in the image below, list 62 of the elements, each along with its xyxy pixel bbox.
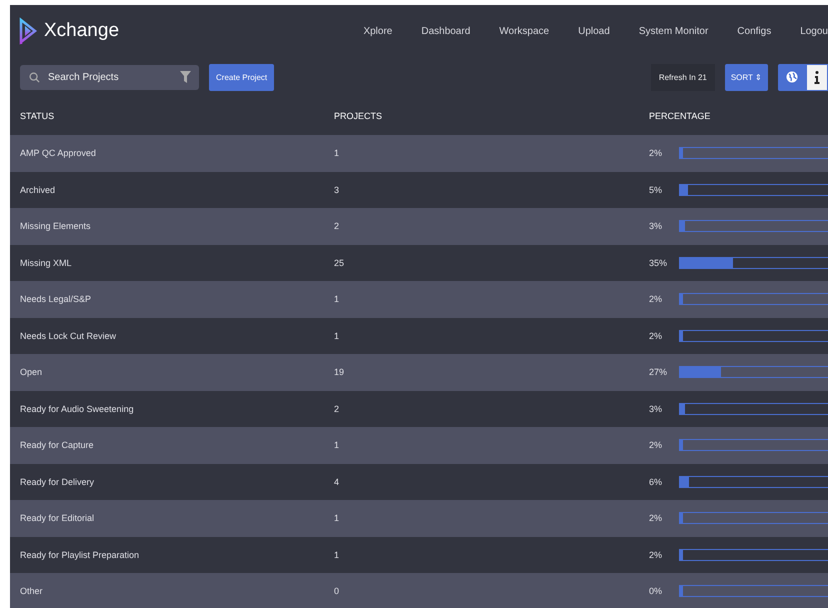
projects-cell: 1 [334,330,340,341]
projects-cell: 19 [334,367,344,378]
nav-link[interactable]: Configs [708,26,772,36]
projects-cell: 1 [334,550,340,560]
nav-link[interactable]: Logou [771,26,828,36]
nav-link[interactable]: Workspace [470,26,550,36]
projects-cell: 3 [334,184,340,195]
percentage-cell-text: 27% [649,367,668,378]
projects-cell: 2 [334,404,340,414]
status-cell: Missing Elements [20,221,91,232]
filter-icon[interactable] [180,71,191,83]
status-cell: Open [20,367,42,378]
projects-cell: 1 [334,440,340,450]
status-cell: Ready for Editorial [20,513,94,524]
percentage-cell-text: 2% [649,513,664,524]
status-cell: Needs Legal/S&P [20,294,92,304]
refresh-button[interactable]: Refresh In 21 [650,64,715,90]
nav-link[interactable]: Upload [549,26,610,36]
status-cell: Other [20,586,43,596]
percentage-cell-text: 0% [649,586,664,596]
brand-name: Xchange [44,20,120,42]
nav-link[interactable]: Xplore [334,26,392,36]
projects-cell: 0 [334,586,340,596]
column-header: PERCENTAGE [649,111,712,121]
projects-cell: 1 [334,513,340,524]
percentage-cell-text: 5% [649,184,664,195]
percentage-cell-text: 2% [649,294,664,304]
percentage-cell-text: 2% [649,440,664,450]
column-header: PROJECTS [334,111,384,121]
percentage-cell-text: 2% [649,550,664,560]
create-project-button[interactable]: Create Project [209,64,274,90]
globe-button[interactable] [778,64,806,90]
status-cell: AMP QC Approved [20,148,96,158]
projects-cell: 25 [334,258,344,268]
status-cell: Needs Lock Cut Review [20,330,116,341]
percentage-cell-text: 2% [649,330,664,341]
projects-cell: 1 [334,148,340,158]
percentage-cell-text: 2% [649,148,664,158]
status-cell: Ready for Audio Sweetening [20,404,134,414]
search-field[interactable]: Search Projects [20,64,199,90]
percentage-cell-text: 35% [649,258,668,268]
search-field[interactable]: Search Projects [46,70,174,84]
nav-link[interactable]: System Monitor [610,26,708,36]
globe-icon [786,71,798,83]
logo-icon [18,16,38,46]
percentage-cell-text: 3% [649,404,664,414]
info-icon [814,70,820,84]
status-cell: Ready for Playlist Preparation [20,550,140,560]
status-cell: Archived [20,184,56,195]
sort-button[interactable]: SORT ⇕ [724,64,768,90]
info-button[interactable] [806,64,828,90]
projects-cell: 4 [334,476,340,487]
status-cell: Ready for Capture [20,440,94,450]
projects-cell: 2 [334,221,340,232]
percentage-cell-text: 3% [649,221,664,232]
status-cell: Missing XML [20,258,72,268]
percentage-cell-text: 6% [649,476,664,487]
column-header: STATUS [20,111,56,121]
search-icon [29,72,40,82]
projects-cell: 1 [334,294,340,304]
status-cell: Ready for Delivery [20,476,94,487]
nav-link[interactable]: Dashboard [392,26,470,36]
